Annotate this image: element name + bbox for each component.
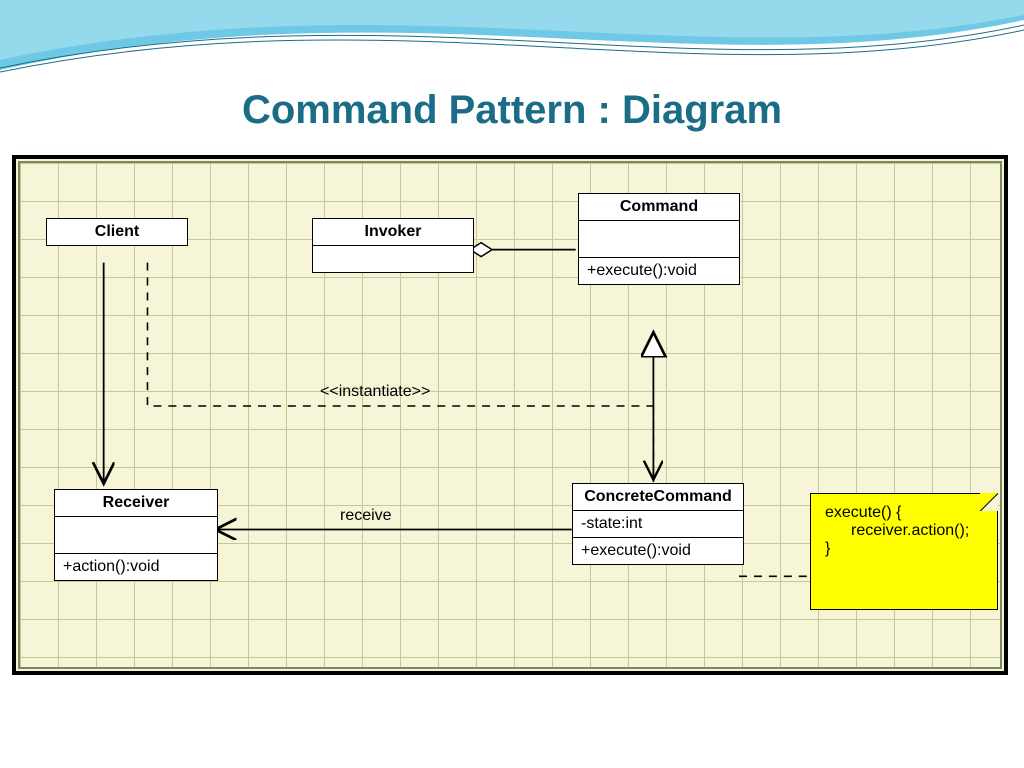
class-receiver: Receiver +action():void xyxy=(54,489,218,581)
class-command: Command +execute():void xyxy=(578,193,740,285)
page-title: Command Pattern : Diagram xyxy=(0,88,1024,133)
class-client: Client xyxy=(46,218,188,246)
note-line: receiver.action(); xyxy=(825,522,985,540)
class-name: Command xyxy=(579,194,739,221)
class-name: Invoker xyxy=(313,219,473,246)
empty-section xyxy=(55,517,217,554)
empty-section xyxy=(313,246,473,272)
label-receive: receive xyxy=(340,507,392,525)
note-line: } xyxy=(825,540,985,558)
class-concrete-command: ConcreteCommand -state:int +execute():vo… xyxy=(572,483,744,565)
diagram-frame: Client Invoker Command +execute():void R… xyxy=(12,155,1008,675)
class-method: +execute():void xyxy=(579,258,739,284)
class-method: +execute():void xyxy=(573,538,743,564)
class-method: +action():void xyxy=(55,554,217,580)
class-name: Receiver xyxy=(55,490,217,517)
class-invoker: Invoker xyxy=(312,218,474,273)
note-line: execute() { xyxy=(825,504,985,522)
class-name: Client xyxy=(47,219,187,245)
empty-section xyxy=(579,221,739,258)
uml-note: execute() { receiver.action(); } xyxy=(810,493,998,610)
class-name: ConcreteCommand xyxy=(573,484,743,511)
class-attribute: -state:int xyxy=(573,511,743,538)
label-instantiate: <<instantiate>> xyxy=(320,383,430,401)
